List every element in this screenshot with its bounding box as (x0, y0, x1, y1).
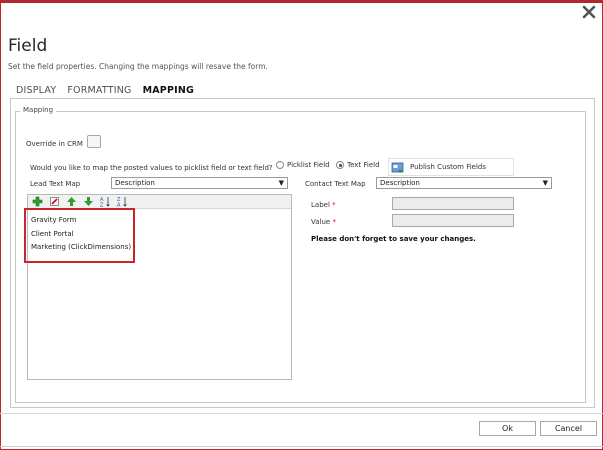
text-field-radio[interactable]: Text Field (336, 161, 380, 169)
dropdown-arrow-icon: ▼ (278, 179, 284, 187)
value-field-label: Value * (311, 218, 336, 226)
close-icon[interactable] (581, 4, 597, 20)
publish-label: Publish Custom Fields (410, 163, 487, 171)
tab-formatting[interactable]: FORMATTING (67, 85, 131, 96)
sort-descending-icon[interactable]: ZA (117, 196, 128, 207)
svg-text:A: A (117, 203, 121, 208)
bottom-border (0, 446, 603, 447)
value-text: Value (311, 218, 331, 226)
contact-text-map-value: Description (380, 179, 420, 187)
value-input[interactable] (392, 214, 514, 227)
cancel-button[interactable]: Cancel (540, 421, 597, 436)
publish-icon (391, 162, 404, 173)
override-checkbox[interactable] (87, 135, 101, 148)
radio-button[interactable] (276, 161, 284, 169)
required-mark: * (332, 218, 336, 226)
label-input[interactable] (392, 197, 514, 210)
radio-button-selected[interactable] (336, 161, 344, 169)
svg-text:Z: Z (100, 203, 104, 208)
lead-text-map-value: Description (115, 179, 155, 187)
move-down-icon[interactable] (83, 196, 94, 207)
override-label: Override in CRM (26, 140, 83, 148)
move-up-icon[interactable] (66, 196, 77, 207)
label-text: Label (311, 201, 330, 209)
picklist-field-label: Picklist Field (287, 161, 330, 169)
tab-display[interactable]: DISPLAY (16, 85, 56, 96)
label-field-label: Label * (311, 201, 336, 209)
mapping-legend: Mapping (20, 106, 57, 114)
mapping-question: Would you like to map the posted values … (30, 164, 273, 172)
edit-icon[interactable] (49, 196, 60, 207)
picklist-field-radio[interactable]: Picklist Field (276, 161, 330, 169)
lead-text-map-select[interactable]: Description ▼ (111, 177, 288, 189)
highlight-box (24, 208, 135, 263)
add-icon[interactable] (32, 196, 43, 207)
tab-bar: DISPLAY FORMATTING MAPPING (16, 85, 194, 96)
publish-custom-fields-button[interactable]: Publish Custom Fields (388, 158, 514, 176)
sort-ascending-icon[interactable]: AZ (100, 196, 111, 207)
required-mark: * (332, 201, 336, 209)
footer-divider (0, 413, 603, 414)
ok-button[interactable]: Ok (479, 421, 536, 436)
contact-text-map-select[interactable]: Description ▼ (376, 177, 552, 189)
dialog-subtitle: Set the field properties. Changing the m… (8, 62, 268, 71)
dialog-title: Field (8, 36, 48, 56)
save-reminder: Please don't forget to save your changes… (311, 235, 476, 243)
lead-text-map-label: Lead Text Map (30, 180, 81, 188)
list-toolbar: AZ ZA (28, 195, 291, 209)
tab-mapping[interactable]: MAPPING (143, 85, 194, 96)
dropdown-arrow-icon: ▼ (542, 179, 548, 187)
text-field-label: Text Field (347, 161, 380, 169)
contact-text-map-label: Contact Text Map (305, 180, 366, 188)
